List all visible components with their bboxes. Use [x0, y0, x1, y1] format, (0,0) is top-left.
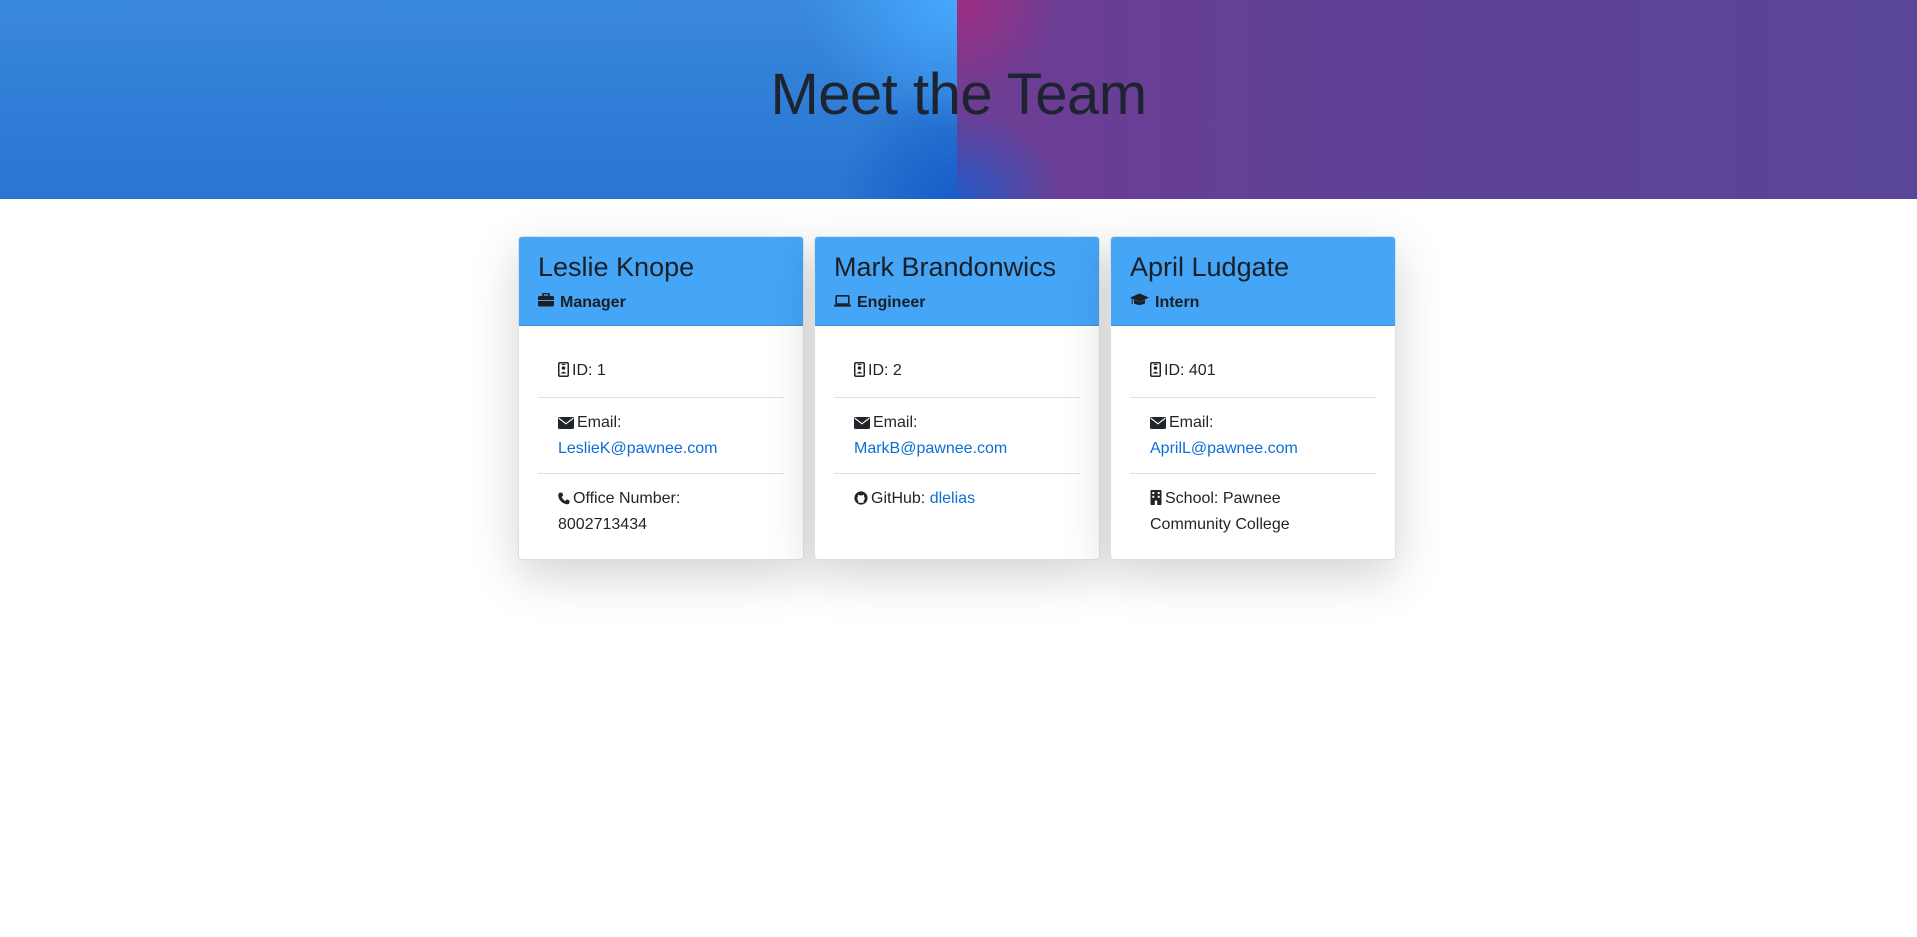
- email-item: Email: AprilL@pawnee.com: [1130, 398, 1376, 474]
- id-item: ID: 2: [834, 346, 1080, 398]
- role-label: Manager: [560, 294, 626, 311]
- employee-role: Manager: [538, 292, 784, 313]
- team-card-engineer: Mark Brandonwics Engineer ID: 2 Email: M…: [814, 236, 1100, 560]
- github-item: GitHub: dlelias: [834, 474, 1080, 525]
- office-number-value: 8002713434: [558, 516, 647, 533]
- id-value: ID: 401: [1164, 362, 1216, 379]
- email-link[interactable]: MarkB@pawnee.com: [854, 440, 1007, 457]
- id-badge-icon: [558, 361, 569, 385]
- card-body: ID: 2 Email: MarkB@pawnee.com GitHub: dl…: [815, 326, 1099, 545]
- details-list: ID: 1 Email: LeslieK@pawnee.com Office N…: [538, 346, 784, 549]
- building-icon: [1150, 489, 1162, 513]
- id-value: ID: 2: [868, 362, 902, 379]
- laptop-icon: [834, 293, 851, 313]
- card-header: April Ludgate Intern: [1111, 237, 1395, 326]
- team-card-intern: April Ludgate Intern ID: 401 Email: Apri…: [1110, 236, 1396, 560]
- email-link[interactable]: AprilL@pawnee.com: [1150, 440, 1298, 457]
- role-label: Intern: [1155, 294, 1200, 311]
- card-body: ID: 1 Email: LeslieK@pawnee.com Office N…: [519, 326, 803, 559]
- envelope-icon: [558, 413, 574, 437]
- email-link[interactable]: LeslieK@pawnee.com: [558, 440, 717, 457]
- email-label: Email:: [873, 414, 918, 431]
- employee-role: Engineer: [834, 293, 1080, 313]
- email-item: Email: LeslieK@pawnee.com: [538, 398, 784, 474]
- employee-name: April Ludgate: [1130, 252, 1290, 282]
- employee-role: Intern: [1130, 293, 1376, 313]
- office-number-item: Office Number: 8002713434: [538, 474, 784, 549]
- id-value: ID: 1: [572, 362, 606, 379]
- id-badge-icon: [854, 361, 865, 385]
- envelope-icon: [1150, 413, 1166, 437]
- email-item: Email: MarkB@pawnee.com: [834, 398, 1080, 474]
- id-item: ID: 401: [1130, 346, 1376, 398]
- envelope-icon: [854, 413, 870, 437]
- id-badge-icon: [1150, 361, 1161, 385]
- hero-banner: Meet the Team: [0, 0, 1917, 199]
- github-link[interactable]: dlelias: [930, 490, 975, 507]
- role-label: Engineer: [857, 294, 926, 311]
- github-icon: [854, 489, 868, 513]
- phone-icon: [558, 489, 570, 513]
- details-list: ID: 2 Email: MarkB@pawnee.com GitHub: dl…: [834, 346, 1080, 525]
- email-label: Email:: [1169, 414, 1214, 431]
- employee-name: Leslie Knope: [538, 252, 695, 282]
- school-item: School: Pawnee Community College: [1130, 474, 1376, 549]
- email-label: Email:: [577, 414, 622, 431]
- briefcase-icon: [538, 292, 554, 313]
- graduation-cap-icon: [1130, 293, 1149, 313]
- github-label: GitHub:: [871, 490, 926, 507]
- school-label: School:: [1165, 490, 1219, 507]
- office-number-label: Office Number:: [573, 490, 681, 507]
- card-header: Leslie Knope Manager: [519, 237, 803, 326]
- team-card-manager: Leslie Knope Manager ID: 1 Email: Leslie…: [518, 236, 804, 560]
- employee-name: Mark Brandonwics: [834, 252, 1057, 282]
- card-header: Mark Brandonwics Engineer: [815, 237, 1099, 326]
- id-item: ID: 1: [538, 346, 784, 398]
- card-body: ID: 401 Email: AprilL@pawnee.com School:…: [1111, 326, 1395, 559]
- page-title: Meet the Team: [770, 62, 1147, 127]
- details-list: ID: 401 Email: AprilL@pawnee.com School:…: [1130, 346, 1376, 549]
